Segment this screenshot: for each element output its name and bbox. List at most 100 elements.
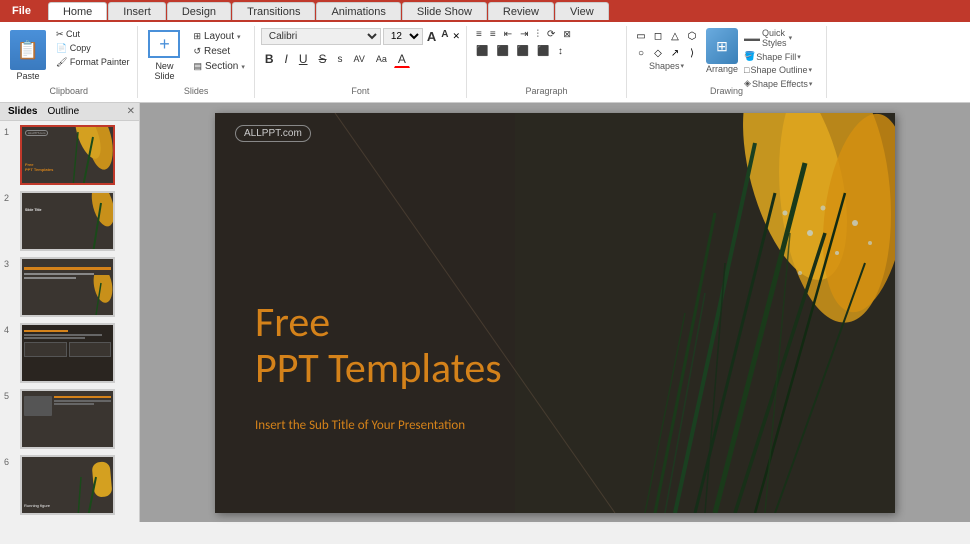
thumb-line-4c <box>24 337 85 339</box>
decrease-font-button[interactable]: A <box>439 29 450 44</box>
reset-button[interactable]: ↺ Reset <box>190 45 247 58</box>
thumb-content-4 <box>24 330 111 357</box>
align-right-button[interactable]: ⬛ <box>514 45 532 58</box>
drawing-group: ▭ ◻ △ ⬡ ○ ◇ ↗ ⟩ Shapes ▾ <box>627 26 827 98</box>
thumb-img-5 <box>20 389 115 449</box>
shape-outline-arrow: ▾ <box>809 66 813 74</box>
thumb-img-1: FreePPT Templates ALLPPT.com <box>20 125 115 185</box>
char-spacing-button[interactable]: AV <box>350 52 369 66</box>
shape-outline-button[interactable]: □ Shape Outline ▾ <box>744 65 812 75</box>
quick-styles-button[interactable]: ▬▬ QuickStyles ▾ <box>744 28 812 48</box>
shape-item-3[interactable]: △ <box>667 28 683 44</box>
shape-item-1[interactable]: ▭ <box>633 28 649 44</box>
thumb-cell-4a <box>24 342 67 357</box>
shape-fill-icon: 🪣 <box>744 51 755 62</box>
shape-fill-button[interactable]: 🪣 Shape Fill ▾ <box>744 51 812 62</box>
paste-icon <box>10 30 46 70</box>
increase-font-button[interactable]: A <box>425 29 438 44</box>
file-tab[interactable]: File <box>0 0 43 22</box>
clear-format-button[interactable]: ✕ <box>452 31 460 42</box>
quick-styles-label: QuickStyles <box>762 28 787 48</box>
new-slide-icon: + <box>148 30 180 58</box>
thumb-line-5b <box>54 400 111 402</box>
thumb-photo-5 <box>24 396 52 416</box>
section-button[interactable]: ▤ Section ▾ <box>190 60 247 73</box>
thumb-grid-4 <box>24 342 111 357</box>
case-button[interactable]: Aa <box>372 52 391 66</box>
tab-design[interactable]: Design <box>167 2 231 20</box>
slide-thumb-4[interactable]: 4 <box>4 323 135 383</box>
tab-home[interactable]: Home <box>48 2 107 20</box>
slide-thumb-2[interactable]: 2 Slide Title <box>4 191 135 251</box>
arrange-label: Arrange <box>706 64 738 74</box>
tab-slideshow[interactable]: Slide Show <box>402 2 487 20</box>
increase-indent-button[interactable]: ⇥ <box>517 28 531 41</box>
panel-tabs: Slides Outline <box>4 105 83 118</box>
strikethrough-button[interactable]: S <box>315 50 331 68</box>
thumb-cell-4b <box>69 342 112 357</box>
shape-item-6[interactable]: ◇ <box>650 45 666 61</box>
ribbon-tabs-bar: Home Insert Design Transitions Animation… <box>43 2 970 20</box>
shape-item-7[interactable]: ↗ <box>667 45 683 61</box>
tab-view[interactable]: View <box>555 2 609 20</box>
tab-transitions[interactable]: Transitions <box>232 2 315 20</box>
para-row2: ⬛ ⬛ ⬛ ⬛ ↕ <box>473 45 566 58</box>
line-spacing-button[interactable]: ↕ <box>555 45 566 58</box>
text-direction-button[interactable]: ⟳ <box>544 28 558 41</box>
panel-close-button[interactable]: ✕ <box>127 106 135 117</box>
clipboard-buttons: ✂ Cut 📄 Copy 🖌 Format Painter <box>54 28 131 69</box>
thumb-line-3b <box>24 277 76 279</box>
tab-review[interactable]: Review <box>488 2 554 20</box>
layout-button[interactable]: ⊞ Layout ▾ <box>190 30 247 43</box>
slide-thumb-1[interactable]: 1 FreePPT Templates ALLPPT.com <box>4 125 135 185</box>
shape-item-5[interactable]: ○ <box>633 45 649 61</box>
font-size-select[interactable]: 12 <box>383 28 423 45</box>
numbering-button[interactable]: ≡ <box>487 28 499 41</box>
clipboard-label: Clipboard <box>6 86 131 96</box>
italic-button[interactable]: I <box>281 50 292 68</box>
para-row1: ≡ ≡ ⇤ ⇥ ⫶ ⟳ ⊠ <box>473 28 574 41</box>
thumb-num-4: 4 <box>4 325 16 335</box>
slide-thumb-6[interactable]: 6 Running figure <box>4 455 135 515</box>
panel-tab-outline[interactable]: Outline <box>43 105 83 118</box>
shape-item-4[interactable]: ⬡ <box>684 28 700 44</box>
underline-button[interactable]: U <box>295 50 312 68</box>
shape-item-8[interactable]: ⟩ <box>684 45 700 61</box>
font-family-select[interactable]: Calibri <box>261 28 381 45</box>
align-center-button[interactable]: ⬛ <box>493 45 511 58</box>
new-slide-button[interactable]: + <box>144 28 184 60</box>
columns-button[interactable]: ⫶ <box>533 28 542 41</box>
shapes-button[interactable]: Shapes ▾ <box>649 61 684 71</box>
copy-button[interactable]: 📄 Copy <box>54 42 131 55</box>
cut-button[interactable]: ✂ Cut <box>54 28 131 41</box>
shadow-button[interactable]: s <box>334 52 347 67</box>
thumb-line-4b <box>24 334 102 336</box>
shape-outline-icon: □ <box>744 65 749 75</box>
slide-subtitle: Insert the Sub Title of Your Presentatio… <box>255 418 465 433</box>
shape-item-2[interactable]: ◻ <box>650 28 666 44</box>
font-color-button[interactable]: A <box>394 50 410 68</box>
slide-subtitle-text: Insert the Sub Title of Your Presentatio… <box>255 418 465 433</box>
bold-button[interactable]: B <box>261 50 278 68</box>
bullets-button[interactable]: ≡ <box>473 28 485 41</box>
slide-canvas[interactable]: ALLPPT.com <box>215 113 895 513</box>
panel-tab-slides[interactable]: Slides <box>4 105 41 118</box>
arrange-button[interactable]: ⊞ <box>706 28 738 64</box>
align-left-button[interactable]: ⬛ <box>473 45 491 58</box>
decrease-indent-button[interactable]: ⇤ <box>501 28 515 41</box>
paste-button[interactable]: Paste <box>6 28 50 83</box>
justify-button[interactable]: ⬛ <box>534 45 552 58</box>
quick-styles-icon: ▬▬ <box>744 34 760 43</box>
thumb-badge-1: ALLPPT.com <box>25 130 48 136</box>
slide-thumb-3[interactable]: 3 <box>4 257 135 317</box>
tab-animations[interactable]: Animations <box>316 2 400 20</box>
new-slide-label: NewSlide <box>154 61 174 81</box>
font-row2: B I U S s AV Aa A <box>261 50 410 68</box>
title-bar: File Home Insert Design Transitions Anim… <box>0 0 970 22</box>
smartart-button[interactable]: ⊠ <box>560 28 574 41</box>
slide-thumb-5[interactable]: 5 <box>4 389 135 449</box>
drawing-group-label: Drawing <box>633 86 820 96</box>
format-painter-button[interactable]: 🖌 Format Painter <box>54 56 131 69</box>
shapes-panel: ▭ ◻ △ ⬡ ○ ◇ ↗ ⟩ <box>633 28 700 61</box>
tab-insert[interactable]: Insert <box>108 2 166 20</box>
